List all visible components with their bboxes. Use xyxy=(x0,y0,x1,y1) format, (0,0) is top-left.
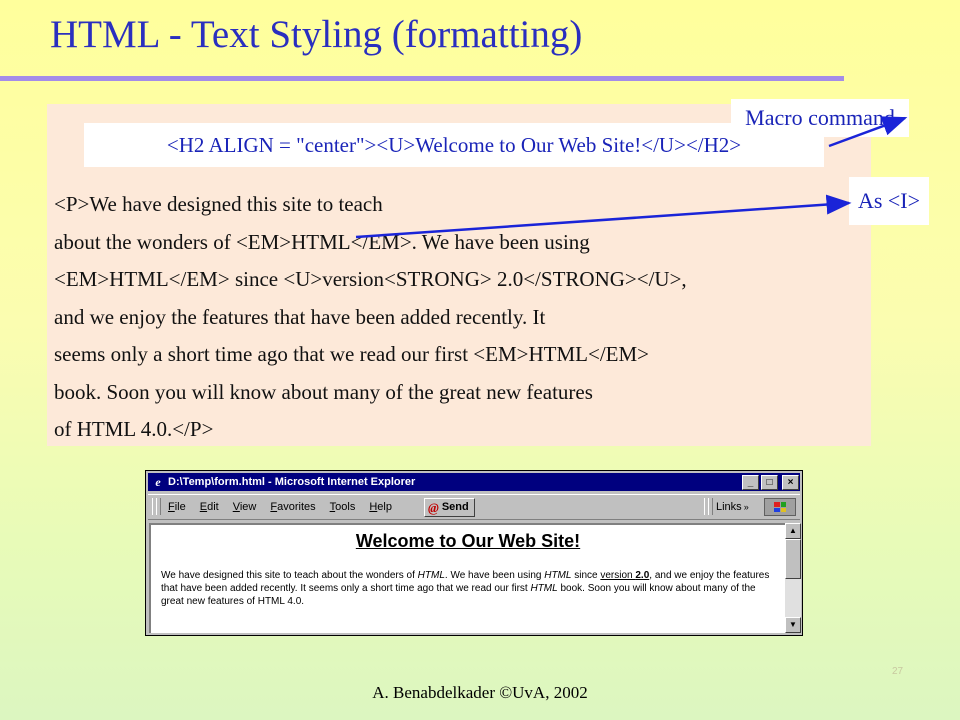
para-text: since xyxy=(571,570,601,581)
maximize-button[interactable]: □ xyxy=(761,475,778,490)
page-number: 27 xyxy=(892,666,904,677)
scroll-up-button[interactable]: ▲ xyxy=(785,523,801,539)
menu-view-accel: V xyxy=(232,501,240,513)
menu-tools[interactable]: Tools xyxy=(330,495,356,519)
rendered-heading: Welcome to Our Web Site! xyxy=(355,531,581,551)
code-line-7: of HTML 4.0.</P> xyxy=(54,417,214,441)
code-line-5: seems only a short time ago that we read… xyxy=(54,342,650,366)
code-line-3: <EM>HTML</EM> since <U>version<STRONG> 2… xyxy=(54,267,687,291)
menu-file[interactable]: File xyxy=(168,495,186,519)
chevron-right-icon: » xyxy=(743,502,749,512)
send-label: Send xyxy=(441,501,469,513)
para-underline-text: version xyxy=(600,570,636,581)
as-italic-label: As <I> xyxy=(849,177,929,225)
menu-edit-text: dit xyxy=(207,501,219,513)
code-line-6: book. Soon you will know about many of t… xyxy=(54,379,593,404)
browser-titlebar: e D:\Temp\form.html - Microsoft Internet… xyxy=(148,473,800,491)
menu-tools-text: ools xyxy=(335,501,356,513)
send-button[interactable]: @ Send xyxy=(424,498,475,517)
para-emphasis: HTML xyxy=(530,583,558,594)
code-line-4: and we enjoy the features that have been… xyxy=(54,304,546,329)
toolbar-grip[interactable] xyxy=(708,498,713,515)
code-line-2: about the wonders of <EM>HTML</EM>. We h… xyxy=(54,229,590,254)
menu-file-text: ile xyxy=(174,501,186,513)
vertical-scrollbar[interactable]: ▲ ▼ xyxy=(785,523,801,633)
title-underline xyxy=(0,76,844,81)
minimize-button[interactable]: _ xyxy=(742,475,759,490)
para-emphasis: HTML xyxy=(417,570,445,581)
code-lines: <P>We have designed this site to teach a… xyxy=(54,186,869,449)
menu-help[interactable]: Help xyxy=(369,495,392,519)
browser-content: Welcome to Our Web Site! We have designe… xyxy=(149,523,785,633)
links-button[interactable]: Links » xyxy=(716,495,749,519)
para-strong: 2.0 xyxy=(635,570,650,581)
windows-logo-icon xyxy=(764,498,796,516)
internet-explorer-icon: e xyxy=(155,475,161,489)
menu-edit-accel: E xyxy=(199,501,208,513)
code-line-1: <P>We have designed this site to teach xyxy=(54,192,383,216)
slide-title: HTML - Text Styling (formatting) xyxy=(50,13,583,56)
toolbar-grip[interactable] xyxy=(156,498,161,515)
links-label: Links xyxy=(716,501,742,513)
menu-view[interactable]: View xyxy=(233,495,257,519)
close-button[interactable]: × xyxy=(782,475,799,490)
menu-edit[interactable]: Edit xyxy=(200,495,219,519)
scroll-thumb[interactable] xyxy=(785,539,801,579)
para-emphasis: HTML xyxy=(544,570,572,581)
scroll-down-button[interactable]: ▼ xyxy=(785,617,801,633)
browser-title: D:\Temp\form.html - Microsoft Internet E… xyxy=(168,476,416,488)
menu-items: File Edit View Favorites Tools Help xyxy=(168,495,392,519)
menu-view-text: iew xyxy=(239,501,257,513)
rendered-paragraph: We have designed this site to teach abou… xyxy=(161,569,781,608)
para-text: We have designed this site to teach abou… xyxy=(161,570,418,581)
menu-help-text: elp xyxy=(377,501,392,513)
slide-footer: A. Benabdelkader ©UvA, 2002 xyxy=(372,683,588,702)
menu-favorites-text: avorites xyxy=(277,501,316,513)
para-underline: version 2.0 xyxy=(600,570,649,581)
window-controls: _ □ × xyxy=(742,475,799,490)
menu-favorites[interactable]: Favorites xyxy=(270,495,315,519)
h2-code-line: <H2 ALIGN = "center"><U>Welcome to Our W… xyxy=(84,123,824,167)
menu-file-accel: F xyxy=(168,501,175,513)
send-icon: @ xyxy=(428,500,439,515)
browser-window: e D:\Temp\form.html - Microsoft Internet… xyxy=(145,470,803,636)
menu-bar: File Edit View Favorites Tools Help @ Se… xyxy=(148,494,800,520)
para-text: . We have been using xyxy=(444,570,545,581)
macro-command-label: Macro command xyxy=(731,99,909,137)
